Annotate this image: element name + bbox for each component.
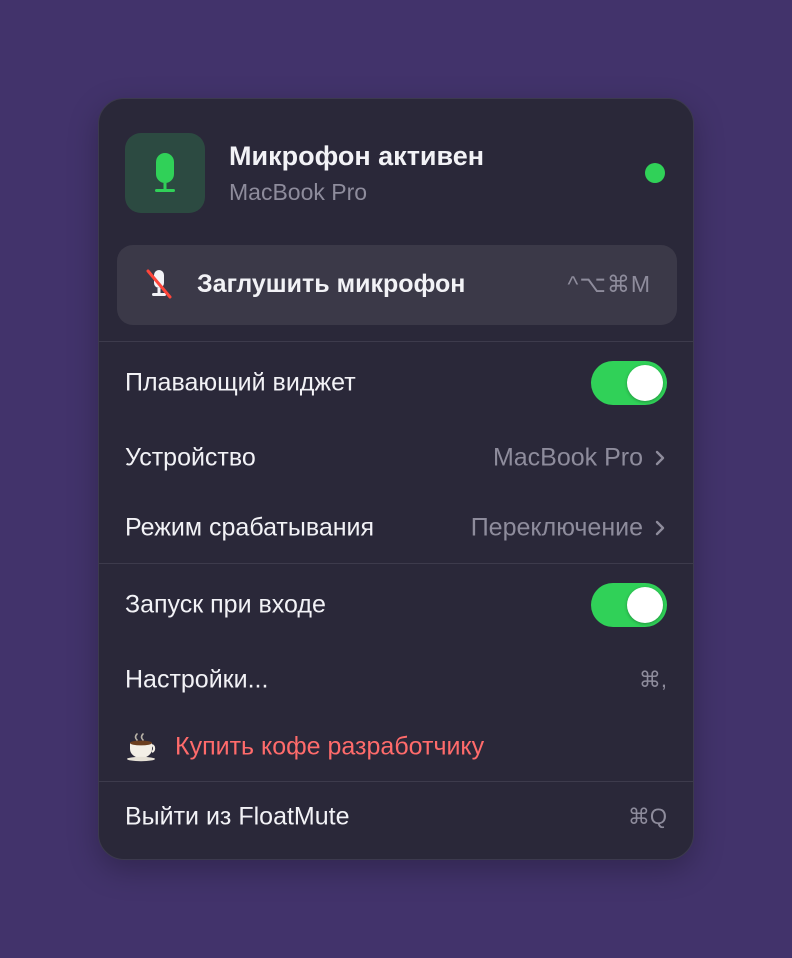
floating-widget-label: Плавающий виджет: [125, 368, 356, 397]
chevron-right-icon: [655, 450, 665, 466]
microphone-slash-icon: [146, 269, 172, 299]
quit-menu-item[interactable]: Выйти из FloatMute ⌘Q: [99, 785, 693, 849]
trigger-mode-label: Режим срабатывания: [125, 513, 375, 542]
buy-coffee-link[interactable]: Купить кофе разработчику: [99, 715, 693, 779]
device-value: MacBook Pro: [492, 443, 643, 472]
device-label: Устройство: [125, 443, 256, 472]
mute-microphone-button[interactable]: Заглушить микрофон ^⌥⌘M: [117, 245, 677, 325]
status-title: Микрофон активен: [229, 141, 485, 171]
settings-menu-item[interactable]: Настройки... ⌘,: [99, 648, 693, 712]
trigger-mode-value: Переключение: [470, 513, 643, 542]
status-header: Микрофон активен MacBook Pro: [99, 99, 693, 245]
trigger-mode-row[interactable]: Режим срабатывания Переключение: [99, 496, 693, 560]
active-status-dot: [645, 163, 665, 183]
divider: [99, 341, 693, 342]
settings-label: Настройки...: [125, 665, 269, 694]
toggle-knob: [627, 587, 663, 623]
settings-shortcut: ⌘,: [638, 667, 667, 692]
microphone-icon: [125, 133, 205, 213]
menu-panel: Микрофон активен MacBook Pro Заглушить м…: [98, 98, 694, 860]
divider: [99, 781, 693, 782]
device-row[interactable]: Устройство MacBook Pro: [99, 426, 693, 490]
divider: [99, 563, 693, 564]
chevron-right-icon: [655, 520, 665, 536]
status-device: MacBook Pro: [229, 179, 368, 205]
coffee-cup-icon: [127, 733, 156, 762]
launch-at-login-label: Запуск при входе: [125, 590, 326, 619]
toggle-knob: [627, 365, 663, 401]
floating-widget-row[interactable]: Плавающий виджет: [99, 351, 693, 415]
mute-button-label: Заглушить микрофон: [197, 270, 466, 298]
floating-widget-toggle[interactable]: [591, 361, 667, 405]
buy-coffee-label: Купить кофе разработчику: [175, 732, 485, 761]
mute-shortcut: ^⌥⌘M: [567, 271, 651, 297]
quit-label: Выйти из FloatMute: [125, 802, 350, 831]
launch-at-login-row[interactable]: Запуск при входе: [99, 573, 693, 637]
quit-shortcut: ⌘Q: [627, 804, 667, 829]
launch-at-login-toggle[interactable]: [591, 583, 667, 627]
